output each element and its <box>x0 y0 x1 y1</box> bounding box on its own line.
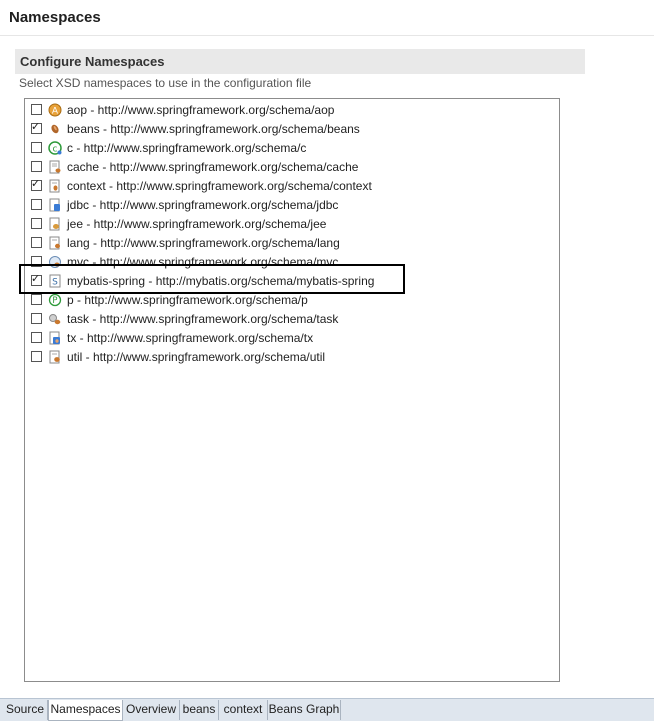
namespace-label: beans - http://www.springframework.org/s… <box>67 121 360 136</box>
c-icon: c <box>48 140 62 155</box>
namespace-checkbox[interactable] <box>31 142 42 153</box>
namespace-checkbox[interactable] <box>31 313 42 324</box>
highlight-box <box>19 264 405 294</box>
namespace-label: c - http://www.springframework.org/schem… <box>67 140 307 155</box>
namespace-item-jee[interactable]: jee - http://www.springframework.org/sch… <box>31 214 551 233</box>
lang-icon <box>49 236 60 249</box>
namespace-item-util[interactable]: util - http://www.springframework.org/sc… <box>31 347 551 366</box>
namespace-label: jdbc - http://www.springframework.org/sc… <box>67 197 339 212</box>
namespace-item-beans[interactable]: ✓ beans - http://www.springframework.org… <box>31 119 551 138</box>
namespace-checkbox[interactable] <box>31 332 42 343</box>
svg-text:P: P <box>52 296 57 306</box>
jdbc-icon <box>49 198 60 211</box>
util-icon <box>49 350 60 363</box>
namespace-checkbox[interactable] <box>31 294 42 305</box>
page-title: Namespaces <box>9 9 101 26</box>
task-icon <box>49 313 61 324</box>
namespace-checkbox[interactable] <box>31 104 42 115</box>
tab-source[interactable]: Source <box>3 700 48 720</box>
namespace-item-task[interactable]: task - http://www.springframework.org/sc… <box>31 309 551 328</box>
p-icon: P <box>48 293 62 306</box>
tab-beans[interactable]: beans <box>180 700 219 720</box>
namespace-checkbox[interactable]: ✓ <box>31 120 42 134</box>
tab-namespaces[interactable]: Namespaces <box>48 700 123 721</box>
namespace-checkbox[interactable] <box>31 351 42 362</box>
namespace-item-context[interactable]: ✓ context - http://www.springframework.o… <box>31 176 551 195</box>
tx-icon <box>49 331 60 344</box>
namespace-checkbox[interactable] <box>31 161 42 172</box>
namespace-item-c[interactable]: c c - http://www.springframework.org/sch… <box>31 138 551 157</box>
namespace-item-jdbc[interactable]: jdbc - http://www.springframework.org/sc… <box>31 195 551 214</box>
tab-overview[interactable]: Overview <box>123 700 180 720</box>
namespace-item-cache[interactable]: cache - http://www.springframework.org/s… <box>31 157 551 176</box>
svg-text:c: c <box>53 144 58 154</box>
context-icon <box>49 179 60 192</box>
tab-context[interactable]: context <box>219 700 268 720</box>
section-header: Configure Namespaces <box>15 49 585 74</box>
namespace-item-tx[interactable]: tx - http://www.springframework.org/sche… <box>31 328 551 347</box>
namespace-label: tx - http://www.springframework.org/sche… <box>67 330 314 345</box>
namespace-label: aop - http://www.springframework.org/sch… <box>67 102 335 117</box>
aop-icon: A <box>48 103 62 116</box>
cache-icon <box>49 160 61 173</box>
namespace-label: task - http://www.springframework.org/sc… <box>67 311 339 326</box>
namespace-checkbox[interactable] <box>31 218 42 229</box>
svg-text:A: A <box>52 106 59 116</box>
namespace-checkbox[interactable]: ✓ <box>31 177 42 191</box>
beans-icon <box>51 124 59 133</box>
section-description: Select XSD namespaces to use in the conf… <box>19 76 312 90</box>
namespace-label: util - http://www.springframework.org/sc… <box>67 349 326 364</box>
namespace-item-lang[interactable]: lang - http://www.springframework.org/sc… <box>31 233 551 252</box>
jee-icon <box>49 217 60 230</box>
namespace-label: context - http://www.springframework.org… <box>67 178 372 193</box>
namespace-checkbox[interactable] <box>31 199 42 210</box>
namespace-label: p - http://www.springframework.org/schem… <box>67 292 308 307</box>
namespace-checkbox[interactable] <box>31 237 42 248</box>
section-title: Configure Namespaces <box>20 54 165 69</box>
tab-beans-graph[interactable]: Beans Graph <box>268 700 341 720</box>
namespace-label: lang - http://www.springframework.org/sc… <box>67 235 340 250</box>
namespace-list[interactable]: A aop - http://www.springframework.org/s… <box>24 98 560 682</box>
namespace-label: cache - http://www.springframework.org/s… <box>67 159 359 174</box>
namespace-label: jee - http://www.springframework.org/sch… <box>67 216 327 231</box>
namespace-item-aop[interactable]: A aop - http://www.springframework.org/s… <box>31 100 551 119</box>
title-divider <box>0 35 654 36</box>
editor-tab-bar: Source Namespaces Overview beans context… <box>0 698 654 721</box>
